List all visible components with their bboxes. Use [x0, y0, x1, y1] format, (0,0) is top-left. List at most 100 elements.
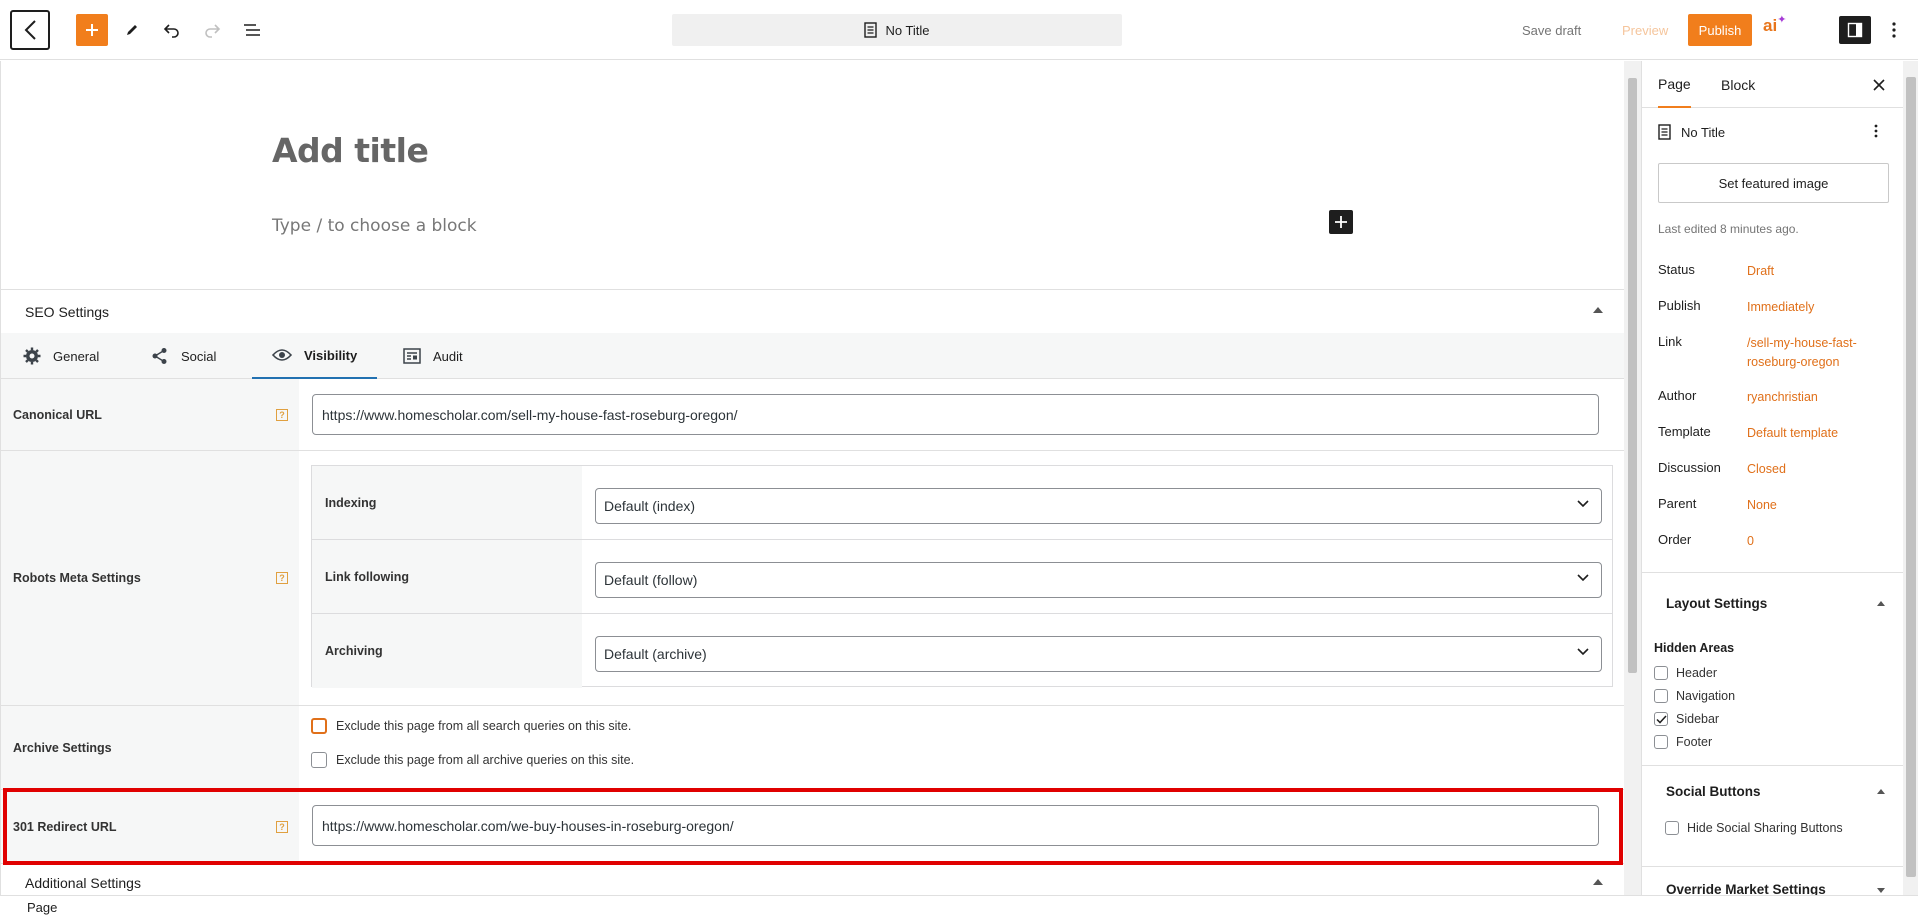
hidden-area-label: Header: [1676, 666, 1717, 680]
sidebar-scrollbar[interactable]: [1903, 61, 1918, 895]
header-checkbox[interactable]: [1654, 666, 1668, 680]
collapse-arrow-icon[interactable]: [1593, 879, 1603, 885]
collapse-arrow-icon[interactable]: [1593, 307, 1603, 313]
document-actions-button[interactable]: [1874, 124, 1878, 143]
add-block-button[interactable]: [76, 14, 108, 46]
hidden-area-navigation[interactable]: Navigation: [1654, 689, 1735, 703]
indexing-select[interactable]: Default (index): [595, 488, 1602, 524]
meta-value-link[interactable]: Draft: [1747, 262, 1882, 281]
additional-settings-header[interactable]: Additional Settings: [1, 867, 1624, 897]
layout-settings-title[interactable]: Layout Settings: [1666, 596, 1767, 611]
link-following-select[interactable]: Default (follow): [595, 562, 1602, 598]
chevron-down-icon: [1577, 648, 1589, 656]
save-draft-button[interactable]: Save draft: [1522, 14, 1581, 46]
meta-value-link[interactable]: Default template: [1747, 424, 1882, 443]
exclude-archive-checkbox[interactable]: [311, 752, 327, 768]
undo-button[interactable]: [156, 14, 188, 46]
sidebar-icon: [1847, 22, 1863, 38]
editor-canvas: Add title Type / to choose a block SEO S…: [0, 61, 1624, 897]
tools-button[interactable]: [116, 14, 148, 46]
meta-key: Template: [1658, 424, 1711, 439]
last-edited-text: Last edited 8 minutes ago.: [1658, 222, 1799, 236]
hide-social-sharing-checkbox[interactable]: [1665, 821, 1679, 835]
options-button[interactable]: [1882, 14, 1906, 46]
exclude-archive-option[interactable]: Exclude this page from all archive queri…: [311, 752, 634, 768]
ai-assistant-button[interactable]: ai✦: [1763, 14, 1793, 44]
social-buttons-title[interactable]: Social Buttons: [1666, 784, 1761, 799]
seo-settings-header[interactable]: SEO Settings: [1, 289, 1624, 333]
meta-key: Discussion: [1658, 460, 1721, 475]
exclude-archive-label: Exclude this page from all archive queri…: [336, 753, 635, 767]
post-title-input[interactable]: Add title: [272, 131, 429, 170]
exclude-search-checkbox[interactable]: [311, 718, 327, 734]
publish-button[interactable]: Publish: [1688, 14, 1752, 46]
canonical-url-input[interactable]: https://www.homescholar.com/sell-my-hous…: [312, 394, 1599, 435]
hidden-area-header[interactable]: Header: [1654, 666, 1717, 680]
hide-social-sharing-option[interactable]: Hide Social Sharing Buttons: [1665, 821, 1843, 835]
meta-value-link[interactable]: /sell-my-house-fast-roseburg-oregon: [1747, 334, 1882, 372]
inline-add-block-button[interactable]: [1329, 210, 1353, 234]
help-icon[interactable]: ?: [276, 409, 288, 421]
breadcrumb-page[interactable]: Page: [27, 900, 57, 915]
navigation-checkbox[interactable]: [1654, 689, 1668, 703]
expand-arrow-icon[interactable]: [1877, 888, 1885, 893]
archiving-label: Archiving: [312, 614, 582, 688]
meta-key: Author: [1658, 388, 1697, 403]
override-market-title[interactable]: Override Market Settings: [1666, 882, 1826, 895]
meta-key: Parent: [1658, 496, 1697, 511]
preview-button[interactable]: Preview: [1622, 14, 1668, 46]
tab-label: General: [53, 348, 100, 364]
link-following-label: Link following: [312, 540, 582, 613]
close-sidebar-button[interactable]: [1873, 75, 1885, 96]
meta-value-link[interactable]: Closed: [1747, 460, 1882, 479]
editor-scrollbar-thumb[interactable]: [1628, 78, 1637, 673]
layout-settings-panel: Layout Settings Hidden Areas Header Navi…: [1642, 572, 1903, 749]
sidebar-scrollbar-thumb[interactable]: [1906, 77, 1916, 877]
exclude-search-label: Exclude this page from all search querie…: [336, 719, 632, 733]
meta-value-link[interactable]: 0: [1747, 532, 1882, 551]
meta-key: Status: [1658, 262, 1695, 277]
tab-social[interactable]: Social: [151, 333, 216, 379]
settings-sidebar-toggle[interactable]: [1839, 16, 1871, 44]
hidden-area-label: Sidebar: [1676, 712, 1720, 726]
chevron-down-icon: [1577, 500, 1589, 508]
editor-scrollbar[interactable]: [1624, 61, 1641, 897]
editor-header: No Title Save draft Preview Publish ai✦: [0, 0, 1918, 60]
tab-label: Audit: [433, 348, 463, 364]
tab-audit[interactable]: Audit: [403, 333, 463, 379]
tab-general[interactable]: General: [23, 333, 99, 379]
meta-value-link[interactable]: None: [1747, 496, 1882, 515]
canonical-url-label: Canonical URL: [1, 379, 299, 450]
back-button[interactable]: [10, 10, 50, 50]
document-overview-button[interactable]: [236, 14, 268, 46]
collapse-arrow-icon[interactable]: [1877, 601, 1885, 606]
archiving-select[interactable]: Default (archive): [595, 636, 1602, 672]
gear-icon: [23, 347, 41, 365]
sidebar-checkbox[interactable]: [1654, 712, 1668, 726]
block-placeholder[interactable]: Type / to choose a block: [272, 216, 477, 236]
redo-button[interactable]: [196, 14, 228, 46]
tab-block[interactable]: Block: [1721, 61, 1755, 108]
collapse-arrow-icon[interactable]: [1877, 789, 1885, 794]
hidden-area-footer[interactable]: Footer: [1654, 735, 1712, 749]
hidden-area-sidebar[interactable]: Sidebar: [1654, 712, 1719, 726]
checkmark-icon: [1655, 714, 1667, 724]
set-featured-image-button[interactable]: Set featured image: [1658, 163, 1889, 203]
page-icon: [1658, 124, 1671, 140]
indexing-value: Default (index): [604, 498, 696, 514]
meta-value-link[interactable]: Immediately: [1747, 298, 1882, 317]
chevron-down-icon: [1577, 574, 1589, 582]
footer-checkbox[interactable]: [1654, 735, 1668, 749]
tab-label: Visibility: [304, 347, 358, 363]
help-icon[interactable]: ?: [276, 572, 288, 584]
tab-page[interactable]: Page: [1658, 61, 1691, 108]
audit-icon: [403, 348, 421, 364]
chevron-left-icon: [24, 20, 36, 40]
document-title-bar[interactable]: No Title: [672, 14, 1122, 46]
sidebar-document-title: No Title: [1658, 124, 1725, 140]
hidden-area-label: Navigation: [1676, 689, 1736, 703]
archive-settings-label: Archive Settings: [1, 706, 299, 789]
meta-value-link[interactable]: ryanchristian: [1747, 388, 1882, 407]
tab-visibility[interactable]: Visibility: [252, 333, 378, 379]
exclude-search-option[interactable]: Exclude this page from all search querie…: [311, 718, 631, 734]
